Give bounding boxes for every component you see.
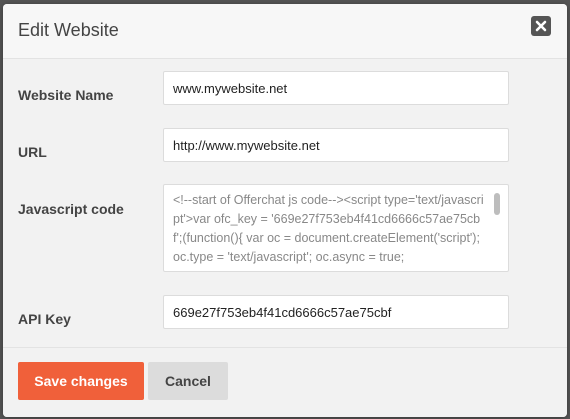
api-key-input[interactable]: [163, 295, 509, 329]
javascript-code-text: <!--start of Offerchat js code--><script…: [173, 193, 484, 264]
modal-title: Edit Website: [18, 20, 119, 40]
website-name-input[interactable]: [163, 71, 509, 105]
modal-footer: Save changes Cancel: [3, 347, 567, 417]
save-changes-button[interactable]: Save changes: [18, 362, 144, 400]
close-button[interactable]: [531, 16, 551, 36]
website-name-label: Website Name: [18, 87, 114, 103]
url-label: URL: [18, 144, 47, 160]
url-input[interactable]: [163, 128, 509, 162]
modal-header: Edit Website: [3, 4, 567, 59]
api-key-label: API Key: [18, 311, 71, 327]
cancel-button[interactable]: Cancel: [148, 362, 228, 400]
scrollbar-thumb[interactable]: [494, 193, 500, 215]
modal-body: Website Name URL Javascript code <!--sta…: [3, 59, 567, 349]
close-icon: [535, 20, 547, 32]
javascript-code-label: Javascript code: [18, 201, 124, 217]
javascript-code-textarea[interactable]: <!--start of Offerchat js code--><script…: [163, 184, 509, 272]
textarea-scrollbar[interactable]: [494, 193, 500, 261]
edit-website-modal: Edit Website Website Name URL Javascript…: [3, 4, 567, 417]
